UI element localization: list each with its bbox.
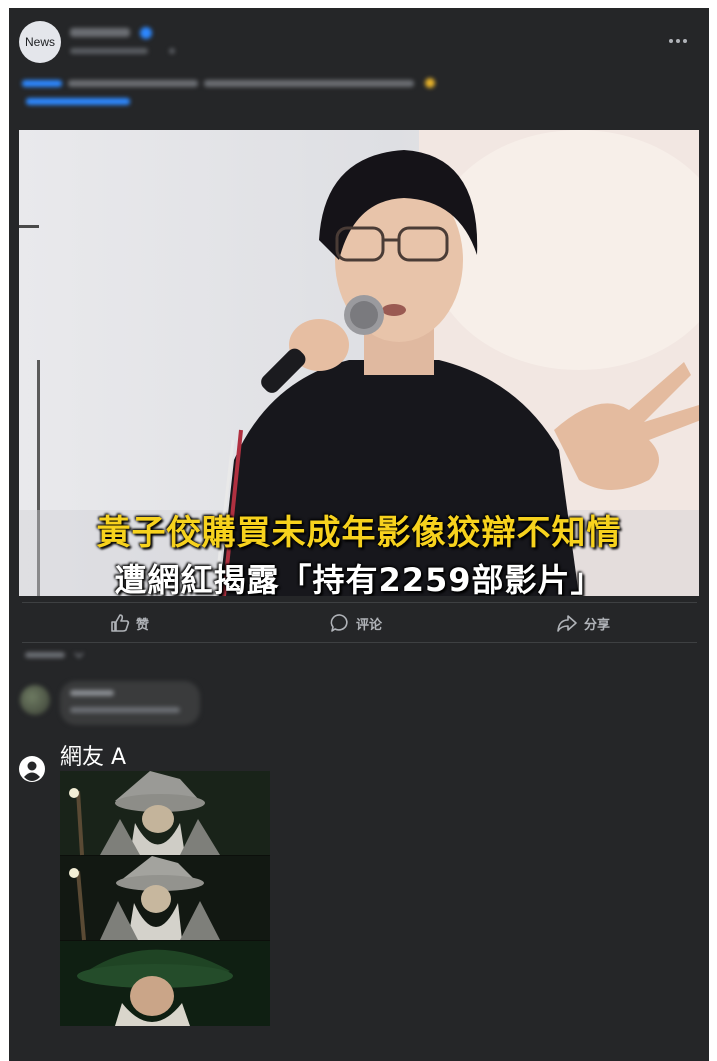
photo-headline-line2: 遭網紅揭露「持有2259部影片」 [114, 561, 604, 596]
comment-button[interactable]: 评论 [330, 612, 382, 634]
comment-text [70, 706, 190, 718]
like-label: 赞 [136, 617, 150, 633]
post-meta [70, 46, 180, 59]
comment-author-redacted [70, 690, 114, 696]
meme-image[interactable] [60, 771, 270, 1026]
divider-top [22, 602, 697, 603]
post-text-line1 [22, 76, 682, 94]
more-dots [669, 39, 687, 43]
verified-icon [140, 27, 152, 39]
page-name-redacted [70, 28, 130, 37]
like-icon [111, 614, 130, 632]
post-photo[interactable]: 黃子佼購買未成年影像狡辯不知情 遭網紅揭露「持有2259部影片」 [19, 130, 699, 596]
share-label: 分享 [584, 617, 611, 633]
post-text-line2[interactable] [22, 94, 682, 112]
comment-sort-redacted [25, 652, 84, 659]
page-avatar-label: News [24, 35, 55, 49]
post-text-line1-redacted [22, 78, 435, 88]
comment-author[interactable] [70, 688, 120, 701]
post-meta-redacted [70, 48, 175, 54]
comment-label: 评论 [356, 617, 383, 633]
page-name[interactable] [70, 26, 132, 42]
share-icon [557, 615, 577, 632]
netizen-name[interactable]: 網友 A [60, 739, 126, 771]
divider-bottom [22, 642, 697, 643]
comment-icon [330, 614, 348, 632]
post-text-line2-redacted [26, 98, 130, 105]
commenter-avatar[interactable] [20, 685, 50, 715]
like-button[interactable]: 赞 [110, 612, 149, 634]
comment-text-redacted [70, 707, 180, 713]
photo-headline-line1: 黃子佼購買未成年影像狡辯不知情 [96, 513, 622, 553]
more-icon[interactable] [668, 32, 688, 48]
meme-frames [60, 771, 270, 1026]
page-avatar[interactable]: News [19, 21, 61, 63]
comment-sort-dropdown[interactable] [25, 650, 87, 663]
user-icon [19, 756, 45, 782]
post-text [22, 76, 682, 112]
share-button[interactable]: 分享 [556, 612, 610, 634]
